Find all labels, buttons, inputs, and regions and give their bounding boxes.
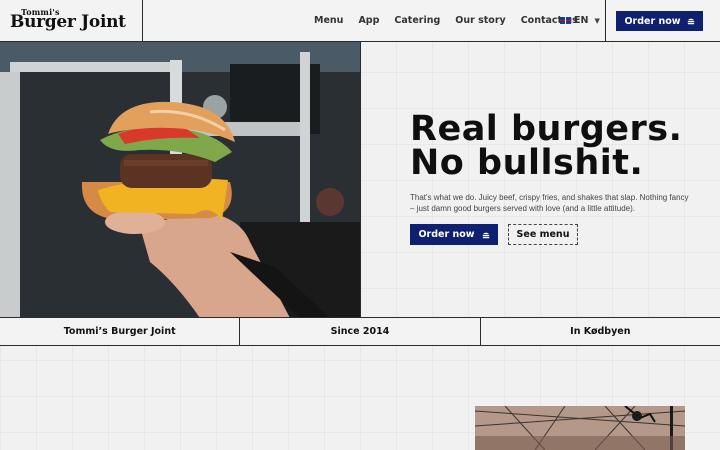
hero-content: Real burgers. No bullshit. That's what w…	[410, 112, 700, 214]
burger-icon	[482, 232, 489, 238]
hero-headline: Real burgers. No bullshit.	[410, 109, 700, 183]
see-menu-label: See menu	[516, 229, 570, 240]
hero-burger-illustration	[0, 42, 360, 318]
nav-item-app[interactable]: App	[358, 15, 379, 26]
strip-item-since: Since 2014	[240, 318, 481, 345]
hero-order-label: Order now	[418, 229, 475, 240]
hero-divider	[360, 42, 361, 318]
language-label: EN	[574, 15, 589, 26]
strip-item-name: Tommi’s Burger Joint	[0, 318, 241, 345]
hero-headline-line-2: No bullshit.	[410, 143, 644, 183]
hero-headline-line-1: Real burgers.	[410, 109, 683, 149]
hero-subtext: That's what we do. Juicy beef, crispy fr…	[410, 193, 689, 213]
hero-buttons: Order now See menu	[410, 224, 578, 245]
nav-item-catering[interactable]: Catering	[394, 15, 440, 26]
interior-illustration	[475, 406, 685, 450]
strip-item-location: In Kødbyen	[570, 326, 631, 337]
chevron-down-icon: ▼	[594, 16, 600, 25]
see-menu-button[interactable]: See menu	[508, 224, 578, 245]
language-selector[interactable]: EN ▼	[560, 0, 600, 41]
nav-item-our-story[interactable]: Our story	[455, 15, 505, 26]
info-strip: Tommi’s Burger Joint Since 2014 In Kødby…	[0, 317, 720, 346]
uk-flag-icon	[560, 17, 571, 24]
interior-image	[475, 406, 685, 450]
burger-icon	[687, 18, 694, 25]
logo-main-text: Burger Joint	[10, 12, 126, 32]
logo[interactable]: Tommi's Burger Joint	[0, 0, 143, 41]
main-nav: Menu App Catering Our story Contact us	[314, 0, 593, 41]
header-order-label: Order now	[624, 15, 681, 27]
hero-order-button[interactable]: Order now	[410, 224, 498, 245]
header-order-button[interactable]: Order now	[616, 11, 703, 31]
hero-burger-image	[0, 42, 360, 318]
nav-item-menu[interactable]: Menu	[314, 15, 343, 26]
